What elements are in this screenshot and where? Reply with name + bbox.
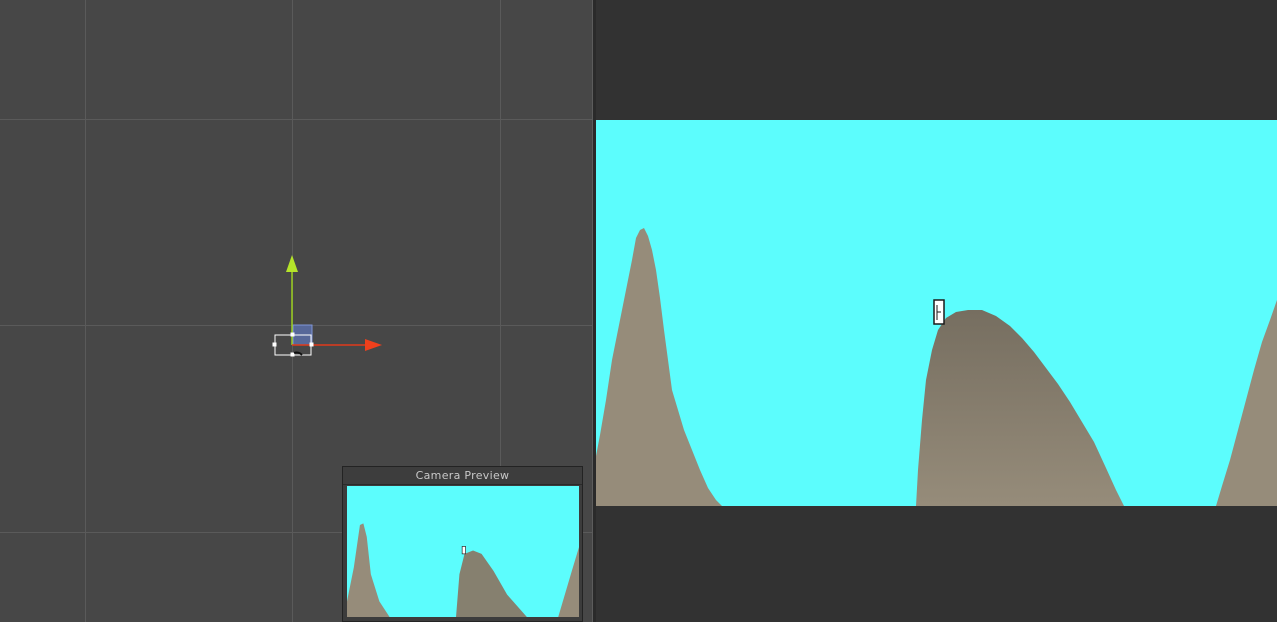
rect-handle[interactable] <box>272 342 277 347</box>
rect-handle[interactable] <box>290 332 295 337</box>
game-render <box>596 120 1277 506</box>
game-view[interactable] <box>596 0 1277 622</box>
scene-view[interactable]: Camera Preview <box>0 0 592 622</box>
player-sprite-icon <box>933 299 945 325</box>
x-axis-arrow-icon[interactable] <box>365 339 382 351</box>
rect-handle[interactable] <box>309 342 314 347</box>
y-axis-arrow-icon[interactable] <box>286 255 298 272</box>
rect-handle[interactable] <box>290 352 295 357</box>
camera-preview-panel: Camera Preview <box>342 466 583 622</box>
camera-preview-image <box>347 486 579 617</box>
camera-preview-title: Camera Preview <box>343 467 582 485</box>
